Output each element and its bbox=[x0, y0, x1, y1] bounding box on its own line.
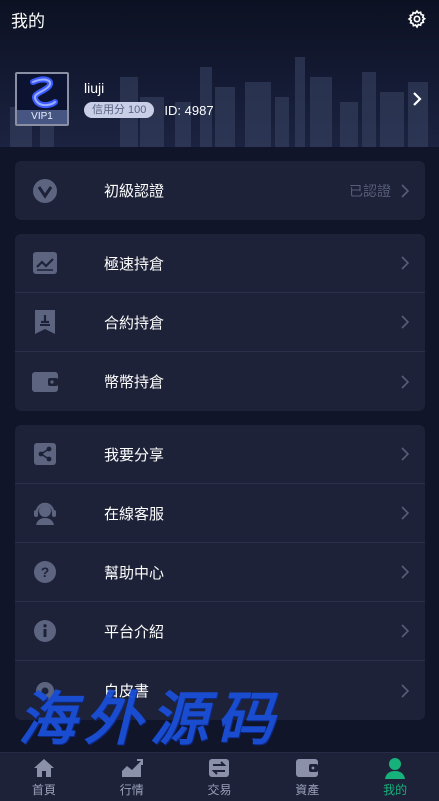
menu-label: 平台介紹 bbox=[104, 623, 165, 641]
settings-gear-icon[interactable] bbox=[406, 8, 428, 30]
svg-text:?: ? bbox=[41, 564, 50, 580]
verification-card: 初級認證 已認證 bbox=[15, 161, 425, 220]
bottom-navigation: 首頁 行情 交易 資產 我的 bbox=[0, 752, 439, 801]
contract-icon bbox=[31, 308, 59, 336]
home-icon bbox=[32, 757, 56, 779]
chevron-right-icon bbox=[401, 624, 410, 638]
menu-label: 我要分享 bbox=[104, 446, 165, 464]
user-icon bbox=[383, 757, 407, 779]
username: liuji bbox=[84, 80, 105, 96]
user-meta: 信用分 100 ID: 4987 bbox=[84, 102, 409, 118]
nav-label: 行情 bbox=[119, 782, 144, 797]
market-icon bbox=[120, 757, 144, 779]
nav-assets[interactable]: 資產 bbox=[263, 753, 351, 801]
support-icon bbox=[31, 499, 59, 527]
menu-label: 幣幣持倉 bbox=[104, 374, 165, 391]
profile-header: 我的 VIP1 liuji 信用分 100 ID: 4987 bbox=[0, 0, 439, 147]
nav-trade[interactable]: 交易 bbox=[176, 753, 264, 801]
chevron-right-icon bbox=[401, 374, 410, 389]
nav-label: 資產 bbox=[295, 782, 320, 797]
user-id: ID: 4987 bbox=[164, 102, 214, 118]
nav-label: 首頁 bbox=[31, 782, 56, 797]
exchange-icon bbox=[207, 757, 231, 779]
menu-item-verification[interactable]: 初級認證 已認證 bbox=[15, 161, 425, 220]
chevron-right-icon bbox=[401, 315, 410, 329]
chevron-right-icon bbox=[401, 447, 410, 461]
menu-item-online-support[interactable]: 在線客服 bbox=[15, 484, 425, 543]
user-info: liuji 信用分 100 ID: 4987 bbox=[84, 80, 409, 118]
menu-item-spot-positions[interactable]: 幣幣持倉 bbox=[15, 352, 425, 411]
credit-score-badge: 信用分 100 bbox=[84, 102, 155, 118]
menu-label: 幫助中心 bbox=[104, 564, 165, 582]
chevron-right-icon bbox=[401, 183, 410, 198]
trend-chart-icon bbox=[31, 249, 59, 277]
verification-status: 已認證 bbox=[349, 182, 391, 199]
menu-item-platform-intro[interactable]: 平台介紹 bbox=[15, 602, 425, 661]
v-badge-icon bbox=[31, 177, 59, 205]
page-title: 我的 bbox=[11, 11, 45, 31]
nav-label: 我的 bbox=[383, 782, 408, 797]
chevron-right-icon bbox=[401, 683, 410, 698]
assets-wallet-icon bbox=[295, 757, 319, 779]
info-icon bbox=[31, 617, 59, 645]
menu-item-contract-positions[interactable]: 合約持倉 bbox=[15, 293, 425, 352]
menu-item-fast-positions[interactable]: 極速持倉 bbox=[15, 234, 425, 293]
nav-home[interactable]: 首頁 bbox=[0, 753, 88, 801]
menu-label: 極速持倉 bbox=[104, 255, 165, 273]
positions-card: 極速持倉 合約持倉 幣幣持倉 bbox=[15, 234, 425, 411]
nav-market[interactable]: 行情 bbox=[88, 753, 176, 801]
menu-label: 初級認證 bbox=[104, 183, 165, 200]
profile-summary[interactable]: VIP1 liuji 信用分 100 ID: 4987 bbox=[15, 72, 425, 126]
wallet-icon bbox=[31, 368, 59, 396]
watermark-text: 海外源码 bbox=[18, 685, 283, 753]
vip-badge: VIP1 bbox=[17, 110, 67, 124]
chevron-right-icon bbox=[401, 256, 410, 270]
help-icon: ? bbox=[31, 558, 59, 586]
logo-s-icon bbox=[30, 76, 58, 109]
chevron-right-icon bbox=[401, 506, 410, 520]
chevron-right-icon[interactable] bbox=[409, 91, 425, 107]
menu-label: 合約持倉 bbox=[104, 314, 165, 332]
chevron-right-icon bbox=[401, 565, 410, 579]
menu-label: 在線客服 bbox=[104, 505, 165, 523]
menu-item-help-center[interactable]: ? 幫助中心 bbox=[15, 543, 425, 602]
share-icon bbox=[31, 440, 59, 468]
top-bar: 我的 bbox=[0, 0, 439, 38]
nav-label: 交易 bbox=[207, 782, 232, 797]
menu-item-share[interactable]: 我要分享 bbox=[15, 425, 425, 484]
avatar[interactable]: VIP1 bbox=[15, 72, 69, 126]
nav-me[interactable]: 我的 bbox=[351, 753, 439, 801]
